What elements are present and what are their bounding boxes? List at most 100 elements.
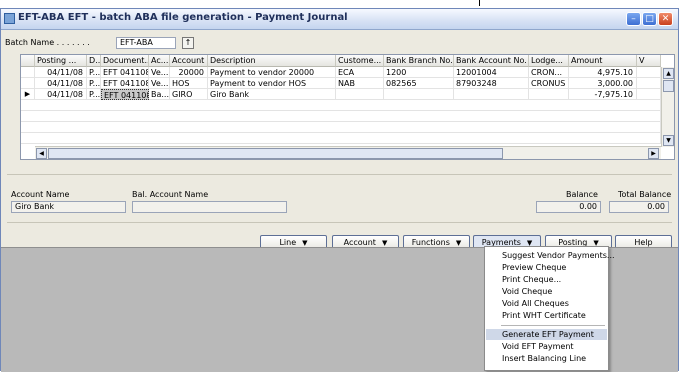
cell-document-no[interactable]: EFT 041108 — [101, 78, 149, 89]
cell-posting-date[interactable]: 04/11/08 — [35, 78, 87, 89]
cell-lodgement[interactable] — [529, 89, 569, 100]
window-title: EFT-ABA EFT - batch ABA file generation … — [18, 12, 348, 23]
cell-account-no[interactable]: 20000 — [170, 67, 208, 78]
horizontal-scrollbar[interactable]: ◀ ▶ — [35, 146, 661, 159]
cell-description[interactable]: Payment to vendor 20000 — [208, 67, 336, 78]
cell-customer[interactable]: ECA — [336, 67, 384, 78]
empty-row[interactable] — [21, 100, 661, 111]
maximize-icon[interactable]: □ — [642, 12, 657, 26]
cell-document-type[interactable]: P... — [87, 78, 101, 89]
cell-v[interactable] — [637, 89, 661, 100]
cell-bank-account-no[interactable] — [454, 89, 529, 100]
cell-amount[interactable]: 4,975.10 — [569, 67, 637, 78]
total-balance-field: 0.00 — [609, 201, 669, 213]
journal-app-icon — [4, 13, 15, 24]
row-selector[interactable] — [21, 67, 35, 78]
cell-posting-date[interactable]: 04/11/08 — [35, 89, 87, 100]
cell-account-type[interactable]: Ba... — [149, 89, 170, 100]
background-window-edge — [479, 0, 480, 6]
minimize-icon[interactable]: – — [626, 12, 641, 26]
column-header-amount[interactable]: Amount — [569, 55, 637, 67]
column-header-account-type[interactable]: Ac... — [149, 55, 170, 67]
menu-item-print-cheque[interactable]: Print Cheque... — [486, 274, 607, 285]
payments-dropdown-menu: Suggest Vendor Payments... Preview Chequ… — [484, 246, 615, 371]
column-header-document-type[interactable]: D... — [87, 55, 101, 67]
column-header-customer[interactable]: Custome... — [336, 55, 384, 67]
cell-customer[interactable]: NAB — [336, 78, 384, 89]
menu-item-insert-balancing-line[interactable]: Insert Balancing Line — [486, 353, 607, 364]
cell-bank-branch-no[interactable]: 1200 — [384, 67, 454, 78]
close-icon[interactable]: ✕ — [658, 12, 673, 26]
cell-bank-account-no[interactable]: 12001004 — [454, 67, 529, 78]
balance-field: 0.00 — [536, 201, 601, 213]
cell-lodgement[interactable]: CRONUS — [529, 78, 569, 89]
row-selector[interactable] — [21, 78, 35, 89]
account-name-label: Account Name — [11, 190, 70, 199]
scroll-left-icon[interactable]: ◀ — [36, 148, 47, 159]
cell-v[interactable] — [637, 78, 661, 89]
balance-label: Balance — [566, 190, 598, 199]
cell-account-no[interactable]: HOS — [170, 78, 208, 89]
cell-bank-account-no[interactable]: 87903248 — [454, 78, 529, 89]
scroll-right-icon[interactable]: ▶ — [648, 148, 659, 159]
cell-customer[interactable] — [336, 89, 384, 100]
cell-account-type[interactable]: Ve... — [149, 67, 170, 78]
column-header-bank-branch-no[interactable]: Bank Branch No. — [384, 55, 454, 67]
batch-name-label: Batch Name . . . . . . . — [5, 38, 90, 47]
cell-document-type[interactable]: P... — [87, 67, 101, 78]
menu-item-print-wht-certificate[interactable]: Print WHT Certificate — [486, 310, 607, 321]
cell-account-type[interactable]: Ve... — [149, 78, 170, 89]
vertical-scroll-thumb[interactable] — [663, 80, 674, 92]
column-header-document-no[interactable]: Document... — [101, 55, 149, 67]
scroll-down-icon[interactable]: ▼ — [663, 135, 674, 146]
menu-item-suggest-vendor-payments[interactable]: Suggest Vendor Payments... — [486, 250, 615, 261]
vertical-scrollbar[interactable]: ▲ ▼ — [661, 67, 674, 147]
cell-bank-branch-no[interactable] — [384, 89, 454, 100]
cell-document-type[interactable]: P... — [87, 89, 101, 100]
cell-description[interactable]: Giro Bank — [208, 89, 336, 100]
cell-amount[interactable]: -7,975.10 — [569, 89, 637, 100]
cell-lodgement[interactable]: CRON... — [529, 67, 569, 78]
cell-description[interactable]: Payment to vendor HOS — [208, 78, 336, 89]
menu-item-void-all-cheques[interactable]: Void All Cheques — [486, 298, 607, 309]
cell-posting-date[interactable]: 04/11/08 — [35, 67, 87, 78]
menu-item-void-eft-payment[interactable]: Void EFT Payment — [486, 341, 607, 352]
cell-amount[interactable]: 3,000.00 — [569, 78, 637, 89]
cell-v[interactable] — [637, 67, 661, 78]
menu-item-preview-cheque[interactable]: Preview Cheque — [486, 262, 607, 273]
column-header-posting-date[interactable]: Posting ... — [35, 55, 87, 67]
journal-lines-table: Posting ... D... Document... Ac... Accou… — [20, 54, 675, 160]
line-button-label: Line — [279, 238, 297, 247]
account-button-label: Account — [343, 238, 376, 247]
column-header-description[interactable]: Description — [208, 55, 336, 67]
bal-account-name-field — [132, 201, 287, 213]
cell-bank-branch-no[interactable]: 082565 — [384, 78, 454, 89]
column-header-bank-account-no[interactable]: Bank Account No. — [454, 55, 529, 67]
row-pointer-icon: ▶ — [21, 89, 35, 100]
column-header-lodgement[interactable]: Lodge... — [529, 55, 569, 67]
scroll-up-icon[interactable]: ▲ — [663, 68, 674, 79]
menu-separator — [501, 325, 605, 326]
row-selector-header — [21, 55, 35, 67]
title-bar[interactable]: EFT-ABA EFT - batch ABA file generation … — [1, 9, 678, 30]
column-header-account-no[interactable]: Account ... — [170, 55, 208, 67]
dropdown-arrow-icon: ▼ — [381, 239, 388, 247]
dropdown-arrow-icon: ▼ — [455, 239, 462, 247]
horizontal-scroll-thumb[interactable] — [48, 148, 503, 159]
menu-item-void-cheque[interactable]: Void Cheque — [486, 286, 607, 297]
total-balance-label: Total Balance — [618, 190, 672, 199]
bal-account-name-label: Bal. Account Name — [132, 190, 209, 199]
cell-account-no[interactable]: GIRO — [170, 89, 208, 100]
menu-item-generate-eft-payment[interactable]: Generate EFT Payment — [486, 329, 607, 340]
dropdown-arrow-icon: ▼ — [302, 239, 308, 247]
empty-row[interactable] — [21, 133, 661, 144]
column-header-v[interactable]: V — [637, 55, 661, 67]
functions-button-label: Functions — [411, 238, 450, 247]
lookup-icon[interactable]: ↑ — [182, 37, 194, 49]
cell-document-no-focused[interactable]: EFT 041108 — [101, 89, 149, 100]
divider — [7, 174, 672, 175]
empty-row[interactable] — [21, 122, 661, 133]
batch-name-input[interactable]: EFT-ABA — [116, 37, 176, 49]
cell-document-no[interactable]: EFT 041108 — [101, 67, 149, 78]
empty-row[interactable] — [21, 111, 661, 122]
